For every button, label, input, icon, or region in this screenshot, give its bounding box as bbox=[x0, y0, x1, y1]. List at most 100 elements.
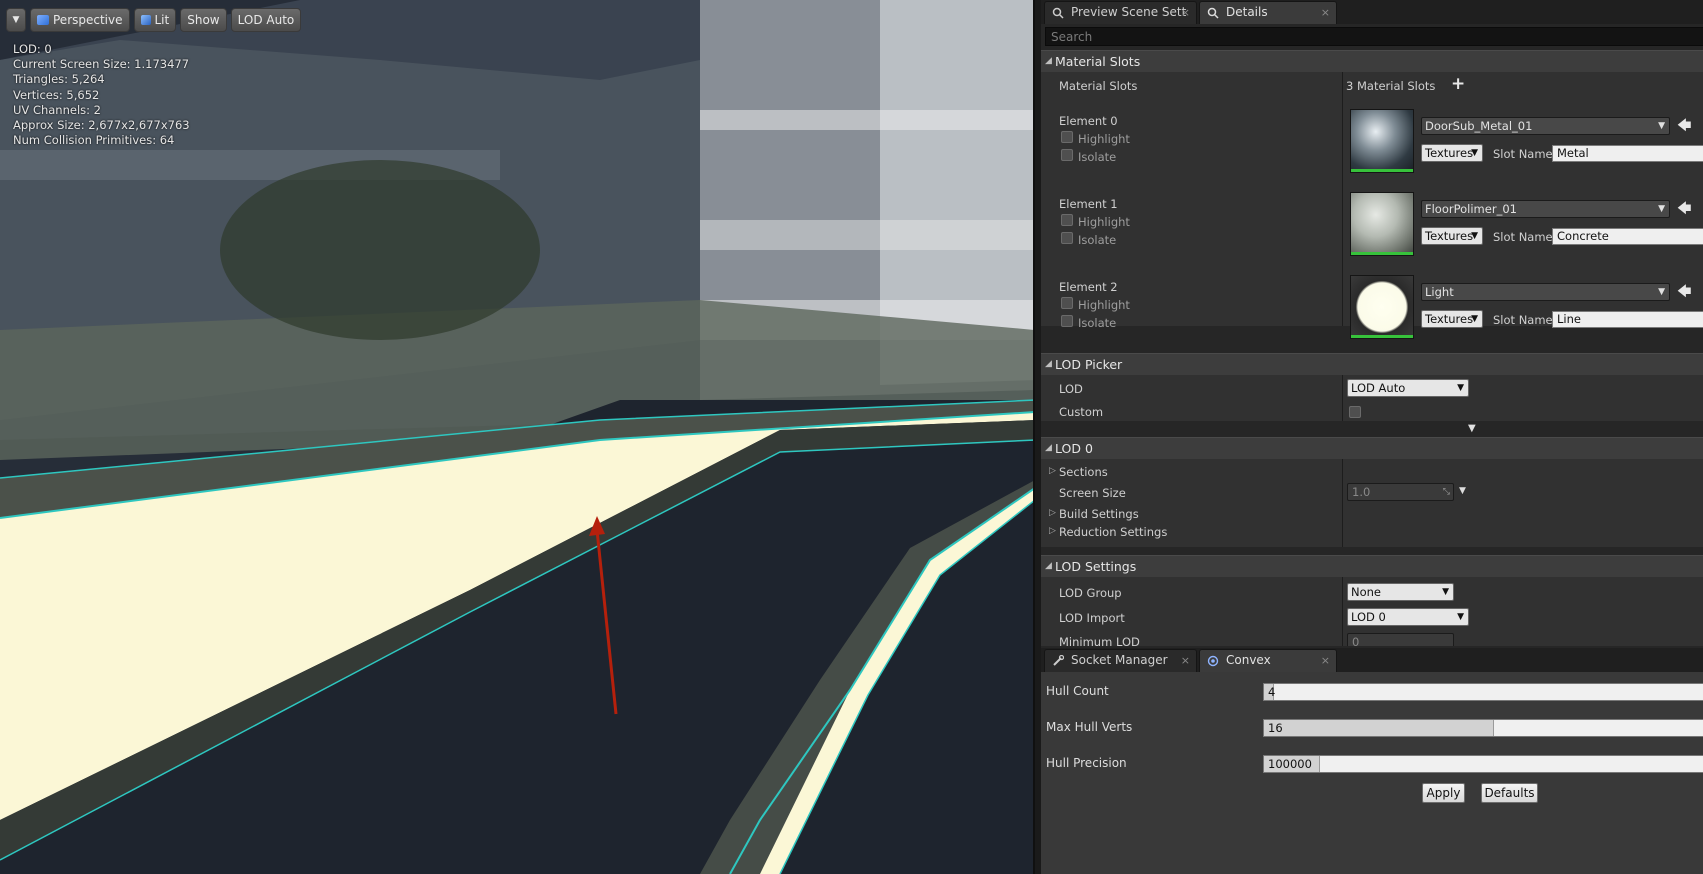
collapse-triangle-icon: ◢ bbox=[1045, 56, 1052, 66]
reduction-settings-row[interactable]: ▷ Reduction Settings bbox=[1049, 525, 1168, 539]
highlight-checkbox[interactable] bbox=[1061, 297, 1073, 309]
expand-triangle-icon: ▷ bbox=[1049, 466, 1056, 476]
apply-button[interactable]: Apply bbox=[1422, 783, 1465, 803]
dropdown-arrow-icon: ▼ bbox=[1658, 204, 1665, 214]
build-settings-row[interactable]: ▷ Build Settings bbox=[1049, 507, 1139, 521]
top-tabbar: Preview Scene Sett × Details × bbox=[1041, 0, 1703, 24]
stat-lod: LOD: 0 bbox=[13, 42, 52, 56]
category-lod-settings[interactable]: ◢ LOD Settings bbox=[1041, 555, 1703, 577]
plus-icon[interactable]: + bbox=[1451, 74, 1465, 94]
slot-name-label: Slot Name bbox=[1493, 313, 1553, 327]
perspective-button[interactable]: Perspective bbox=[30, 8, 130, 32]
textures-label: Textures bbox=[1425, 312, 1474, 326]
dropdown-arrow-icon: ▼ bbox=[1457, 383, 1464, 393]
slot-name-input[interactable]: Metal bbox=[1552, 145, 1703, 162]
custom-checkbox[interactable] bbox=[1349, 406, 1361, 418]
highlight-checkbox[interactable] bbox=[1061, 131, 1073, 143]
use-selected-arrow-icon[interactable]: 🡄 bbox=[1677, 281, 1691, 305]
thumbnail-status-bar bbox=[1351, 252, 1413, 255]
lod-dropdown[interactable]: LOD Auto ▼ bbox=[1347, 379, 1469, 397]
isolate-label: Isolate bbox=[1078, 316, 1117, 330]
viewport-options-button[interactable]: ▼ bbox=[6, 8, 26, 32]
lod-import-dropdown[interactable]: LOD 0 ▼ bbox=[1347, 608, 1469, 626]
textures-dropdown[interactable]: Textures ▼ bbox=[1421, 227, 1483, 245]
stat-approx-size: Approx Size: 2,677x2,677x763 bbox=[13, 118, 190, 133]
use-selected-arrow-icon[interactable]: 🡄 bbox=[1677, 198, 1691, 222]
material-name: DoorSub_Metal_01 bbox=[1425, 119, 1533, 133]
hull-precision-slider[interactable]: 100000 bbox=[1263, 755, 1703, 773]
tab-preview-scene-settings[interactable]: Preview Scene Sett × bbox=[1044, 1, 1197, 24]
stat-uv-channels: UV Channels: 2 bbox=[13, 102, 101, 117]
max-hull-verts-slider[interactable]: 16 bbox=[1263, 719, 1703, 737]
dropdown-arrow-icon: ▼ bbox=[1658, 287, 1665, 297]
minimum-lod-label: Minimum LOD bbox=[1059, 635, 1140, 646]
slot-name-input[interactable]: Line bbox=[1552, 311, 1703, 328]
perspective-icon bbox=[37, 15, 49, 25]
highlight-checkbox[interactable] bbox=[1061, 214, 1073, 226]
defaults-button[interactable]: Defaults bbox=[1481, 783, 1538, 803]
textures-dropdown[interactable]: Textures ▼ bbox=[1421, 144, 1483, 162]
slot-name-input[interactable]: Concrete bbox=[1552, 228, 1703, 245]
tab-details[interactable]: Details × bbox=[1199, 1, 1337, 24]
lod-group-label: LOD Group bbox=[1059, 586, 1122, 600]
material-thumbnail-light[interactable] bbox=[1350, 275, 1414, 339]
reset-dropdown-icon[interactable]: ▼ bbox=[1459, 486, 1466, 496]
sections-row[interactable]: ▷ Sections bbox=[1049, 465, 1108, 479]
close-icon[interactable]: × bbox=[1321, 2, 1330, 23]
close-icon[interactable]: × bbox=[1181, 2, 1190, 23]
magnifier-icon bbox=[1207, 7, 1219, 19]
thumbnail-status-bar bbox=[1351, 169, 1413, 172]
minimum-lod-input[interactable]: 0 bbox=[1347, 633, 1454, 646]
hull-count-slider[interactable]: 4 bbox=[1263, 683, 1703, 701]
max-hull-verts-label: Max Hull Verts bbox=[1046, 720, 1133, 734]
close-icon[interactable]: × bbox=[1181, 650, 1190, 671]
hull-count-value: 4 bbox=[1268, 685, 1276, 699]
expand-triangle-icon: ▷ bbox=[1049, 526, 1056, 536]
category-material-slots[interactable]: ◢ Material Slots bbox=[1041, 50, 1703, 72]
lod-value: LOD Auto bbox=[1351, 381, 1406, 395]
tab-details-label: Details bbox=[1226, 5, 1268, 19]
lit-button[interactable]: Lit bbox=[133, 8, 177, 32]
screen-size-value: 1.0 bbox=[1352, 485, 1371, 499]
material-name: Light bbox=[1425, 285, 1454, 299]
column-splitter[interactable] bbox=[1342, 459, 1343, 547]
isolate-checkbox[interactable] bbox=[1061, 315, 1073, 327]
material-thumbnail-concrete[interactable] bbox=[1350, 192, 1414, 256]
lod-group-dropdown[interactable]: None ▼ bbox=[1347, 583, 1454, 601]
material-thumbnail-metal[interactable] bbox=[1350, 109, 1414, 173]
spin-icon: ⤡ bbox=[1442, 487, 1450, 497]
material-selector-2[interactable]: Light ▼ bbox=[1421, 283, 1670, 301]
column-splitter[interactable] bbox=[1342, 72, 1343, 326]
category-lod-0[interactable]: ◢ LOD 0 bbox=[1041, 437, 1703, 459]
material-selector-0[interactable]: DoorSub_Metal_01 ▼ bbox=[1421, 117, 1670, 135]
max-hull-verts-value: 16 bbox=[1268, 721, 1283, 735]
bottom-tabbar: Socket Manager × Convex Decompos × bbox=[1041, 648, 1703, 688]
material-selector-1[interactable]: FloorPolimer_01 ▼ bbox=[1421, 200, 1670, 218]
expand-advanced-icon[interactable]: ▼ bbox=[1468, 423, 1476, 434]
preview-viewport[interactable]: ▼ Perspective Lit Show LOD Auto LOD: 0 C… bbox=[0, 0, 1035, 874]
show-button[interactable]: Show bbox=[180, 8, 227, 32]
build-settings-label: Build Settings bbox=[1059, 507, 1139, 521]
collapse-triangle-icon: ◢ bbox=[1045, 359, 1052, 369]
lod-group-value: None bbox=[1351, 585, 1382, 599]
screen-size-input[interactable]: 1.0 ⤡ bbox=[1347, 483, 1454, 501]
show-label: Show bbox=[187, 13, 220, 27]
dropdown-arrow-icon: ▼ bbox=[1442, 587, 1449, 597]
tab-convex-decomposition[interactable]: Convex Decompos × bbox=[1199, 649, 1337, 688]
column-splitter[interactable] bbox=[1342, 577, 1343, 646]
tab-socket-manager[interactable]: Socket Manager × bbox=[1044, 649, 1197, 672]
isolate-checkbox[interactable] bbox=[1061, 149, 1073, 161]
viewport-stats: LOD: 0 Current Screen Size: 1.173477 Tri… bbox=[13, 42, 190, 148]
use-selected-arrow-icon[interactable]: 🡄 bbox=[1677, 115, 1691, 139]
close-icon[interactable]: × bbox=[1321, 650, 1330, 671]
isolate-checkbox[interactable] bbox=[1061, 232, 1073, 244]
stat-collision-primitives: Num Collision Primitives: 64 bbox=[13, 133, 175, 148]
convex-decomposition-panel: Hull Count 4 Max Hull Verts 16 Hull Prec… bbox=[1041, 672, 1703, 874]
textures-dropdown[interactable]: Textures ▼ bbox=[1421, 310, 1483, 328]
category-lod-picker[interactable]: ◢ LOD Picker bbox=[1041, 353, 1703, 375]
dropdown-arrow-icon: ▼ bbox=[1471, 231, 1478, 241]
column-splitter[interactable] bbox=[1342, 375, 1343, 421]
lod-auto-button[interactable]: LOD Auto bbox=[230, 8, 302, 32]
reduction-settings-label: Reduction Settings bbox=[1059, 525, 1168, 539]
details-search-input[interactable]: Search bbox=[1045, 27, 1703, 46]
